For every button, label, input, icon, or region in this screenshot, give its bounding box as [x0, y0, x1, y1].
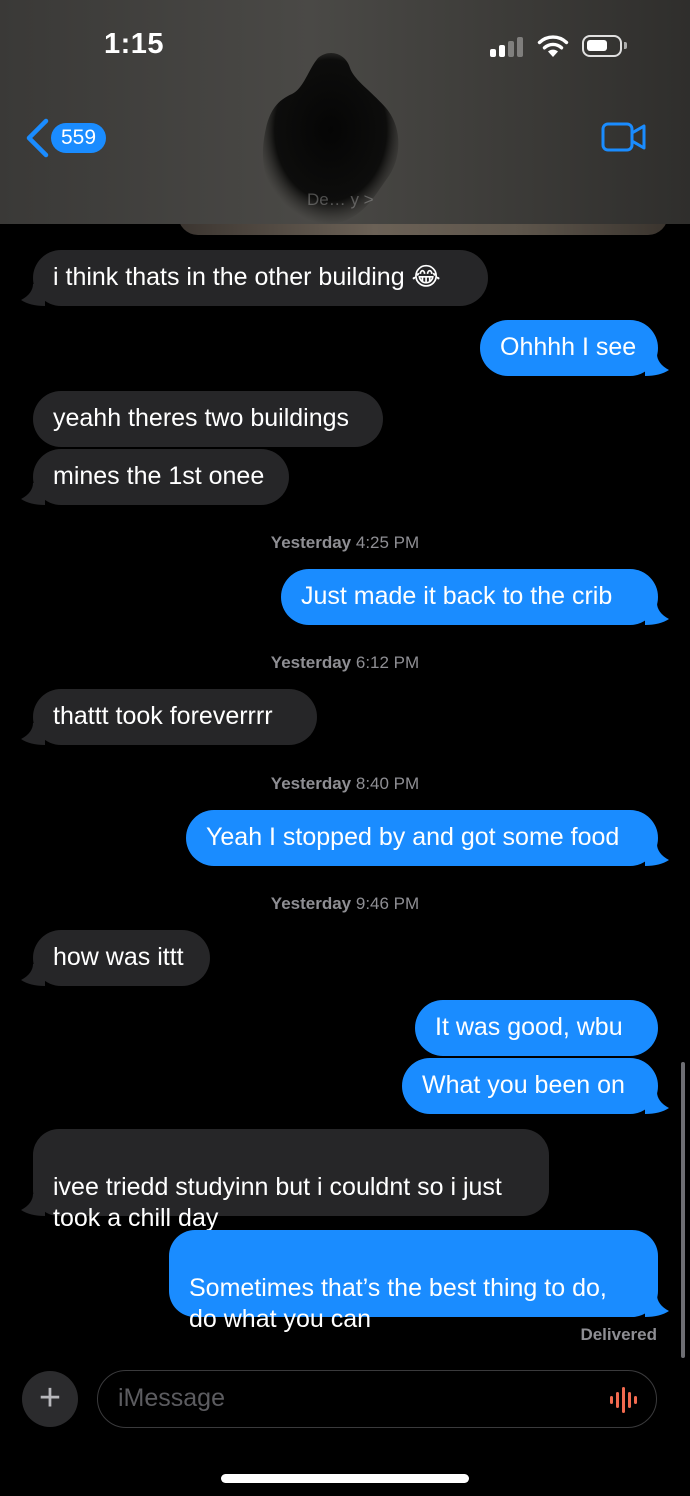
- timestamp-time: 4:25 PM: [355, 533, 420, 552]
- timestamp: Yesterday 8:40 PM: [0, 774, 690, 794]
- message-text: Ohhhh I see: [500, 333, 637, 361]
- incoming-message[interactable]: thattt took foreverrrr: [33, 689, 317, 745]
- message-text: ivee triedd studyinn but i couldnt so i …: [53, 1173, 502, 1232]
- video-camera-icon[interactable]: [601, 121, 647, 153]
- timestamp: Yesterday 9:46 PM: [0, 894, 690, 914]
- battery-icon: [582, 35, 627, 57]
- conversation-header: 1:15 559 De… y >: [0, 0, 690, 225]
- timestamp: Yesterday 4:25 PM: [0, 533, 690, 553]
- timestamp-time: 8:40 PM: [355, 774, 420, 793]
- incoming-message[interactable]: yeahh theres two buildings: [33, 391, 383, 447]
- bubble-tail: [21, 284, 45, 306]
- message-text: yeahh theres two buildings: [53, 404, 350, 432]
- message-text: It was good, wbu: [435, 1013, 623, 1041]
- home-indicator[interactable]: [221, 1474, 469, 1483]
- message-text: Sometimes that’s the best thing to do, d…: [189, 1274, 607, 1333]
- outgoing-message[interactable]: What you been on: [402, 1058, 658, 1114]
- signal-icon: [490, 37, 526, 57]
- delivery-status: Delivered: [580, 1325, 657, 1344]
- outgoing-message[interactable]: Just made it back to the crib: [281, 569, 658, 625]
- timestamp-day: Yesterday: [270, 774, 352, 793]
- wifi-icon: [537, 35, 569, 57]
- timestamp-day: Yesterday: [270, 533, 352, 552]
- bubble-tail: [645, 1295, 669, 1317]
- outgoing-message[interactable]: Ohhhh I see: [480, 320, 658, 376]
- unread-count-badge[interactable]: 559: [51, 123, 107, 153]
- input-placeholder: iMessage: [118, 1384, 225, 1412]
- plus-icon: +: [38, 1377, 62, 1419]
- outgoing-message[interactable]: It was good, wbu: [415, 1000, 658, 1056]
- bubble-tail: [645, 603, 669, 625]
- contact-name[interactable]: De… y >: [307, 190, 374, 210]
- incoming-message[interactable]: mines the 1st onee: [33, 449, 289, 505]
- bubble-tail: [21, 723, 45, 745]
- incoming-message[interactable]: ivee triedd studyinn but i couldnt so i …: [33, 1129, 549, 1232]
- outgoing-message[interactable]: Sometimes that’s the best thing to do, d…: [169, 1230, 658, 1333]
- bubble-tail: [645, 1092, 669, 1114]
- back-chevron-icon[interactable]: [22, 118, 52, 158]
- imessage-input[interactable]: iMessage: [97, 1370, 657, 1428]
- outgoing-message[interactable]: Yeah I stopped by and got some food: [186, 810, 658, 866]
- message-text: Just made it back to the crib: [301, 582, 613, 610]
- add-attachment-button[interactable]: +: [22, 1371, 78, 1427]
- scroll-indicator[interactable]: [681, 1062, 685, 1358]
- message-text: i think thats in the other building 😂: [53, 263, 441, 291]
- message-text: thattt took foreverrrr: [53, 702, 273, 730]
- message-text: mines the 1st onee: [53, 462, 265, 490]
- timestamp: Yesterday 6:12 PM: [0, 653, 690, 673]
- status-time: 1:15: [104, 28, 165, 60]
- incoming-message[interactable]: i think thats in the other building 😂: [33, 250, 488, 306]
- message-text: What you been on: [422, 1071, 625, 1099]
- timestamp-day: Yesterday: [270, 894, 352, 913]
- bubble-tail: [645, 354, 669, 376]
- bubble-tail: [645, 844, 669, 866]
- bubble-tail: [21, 1194, 45, 1216]
- message-text: how was ittt: [53, 943, 184, 971]
- message-text: Yeah I stopped by and got some food: [206, 823, 620, 851]
- timestamp-day: Yesterday: [270, 653, 352, 672]
- bubble-tail: [21, 964, 45, 986]
- timestamp-time: 6:12 PM: [355, 653, 420, 672]
- timestamp-time: 9:46 PM: [355, 894, 420, 913]
- audio-waveform-icon[interactable]: [609, 1386, 639, 1414]
- incoming-message[interactable]: how was ittt: [33, 930, 210, 986]
- bubble-tail: [21, 483, 45, 505]
